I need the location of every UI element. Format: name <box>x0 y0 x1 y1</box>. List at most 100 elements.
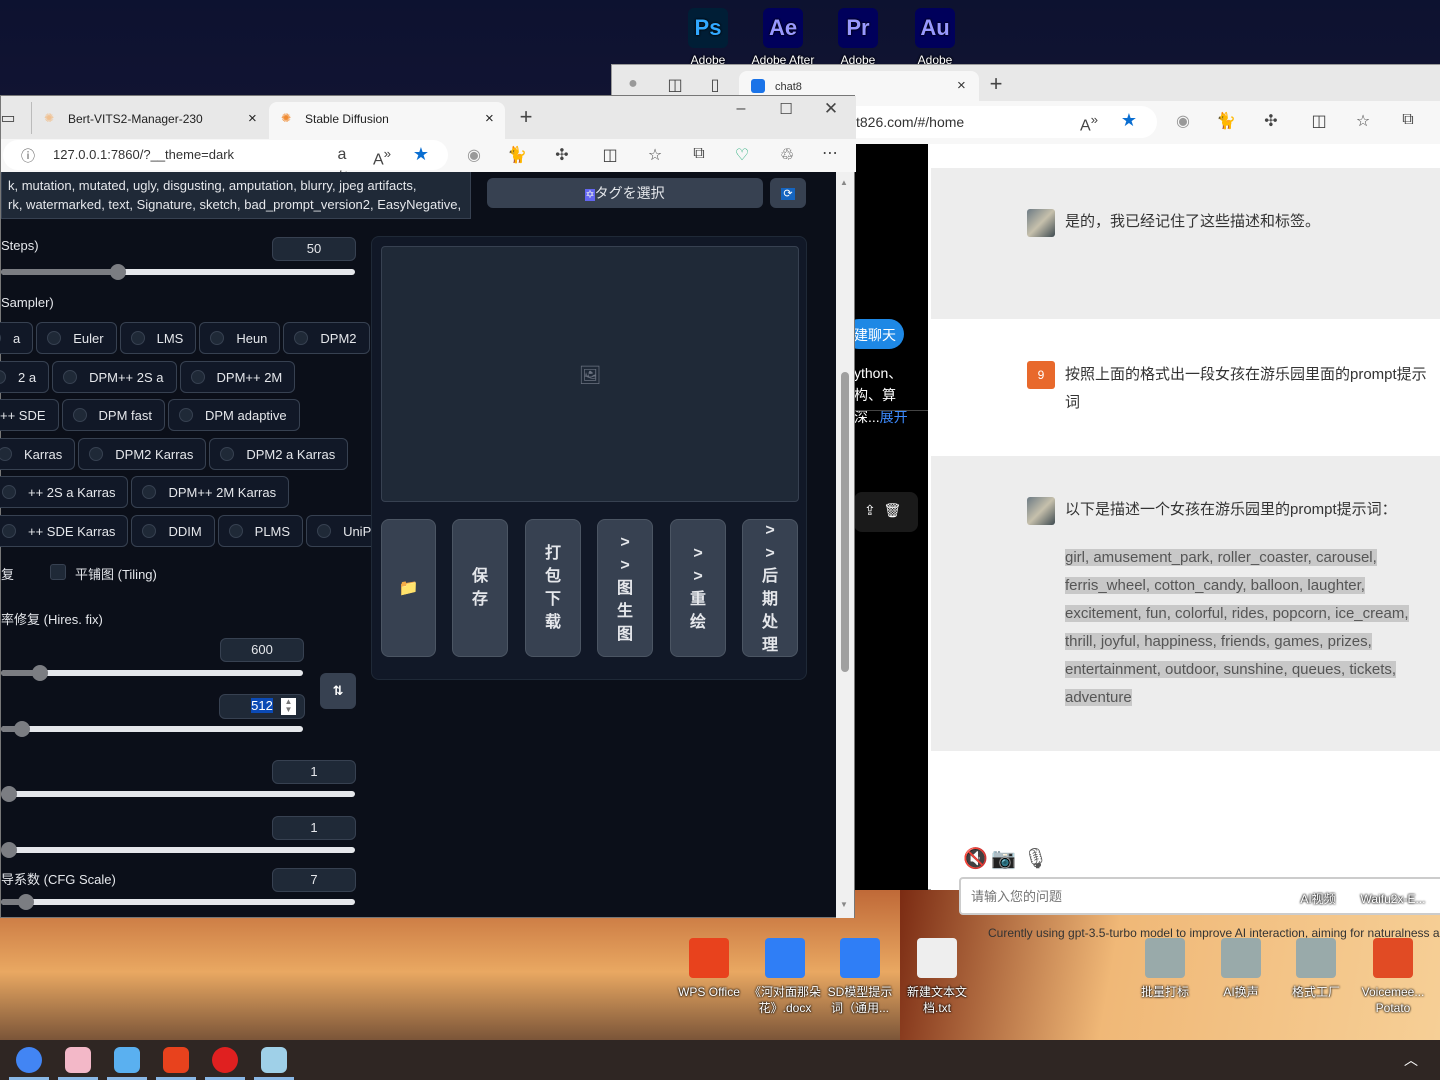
chat-history-item[interactable]: ython、 构、算 深...展开展开 <box>854 362 908 428</box>
sampler-radio[interactable]: PLMS <box>217 515 304 547</box>
send-to-inpaint-button[interactable]: >> 重绘 <box>670 519 726 657</box>
slider-thumb[interactable] <box>32 665 49 681</box>
height-input[interactable]: 512 ▲ ▼ <box>219 694 305 719</box>
width-input[interactable]: 600 <box>220 638 304 662</box>
close-tab-icon[interactable]: × <box>485 110 494 127</box>
slider-thumb[interactable] <box>17 894 34 910</box>
sampler-radio[interactable]: DPM adaptive <box>168 399 300 431</box>
extension-icon[interactable]: ◉ <box>463 145 485 165</box>
scrollbar[interactable]: ▲ ▼ <box>836 172 854 918</box>
site-info-icon[interactable]: ⓘ <box>21 146 35 166</box>
sampler-radio[interactable]: DPM2 a Karras <box>209 438 349 470</box>
cat-extension-icon[interactable]: 🐈 <box>506 145 528 165</box>
radio-circle[interactable] <box>0 331 1 345</box>
url-field[interactable]: ⓘ 127.0.0.1:7860/?__theme=dark aあ A» ★ <box>3 140 448 187</box>
desktop-icon[interactable]: SD模型提示词（通用... <box>822 938 898 1016</box>
swap-dimensions-button[interactable]: ⇅ <box>320 673 356 709</box>
tab-stable-diffusion[interactable]: ✺ Stable Diffusion × <box>269 102 505 139</box>
radio-circle[interactable] <box>220 447 235 461</box>
radio-circle[interactable] <box>142 524 157 538</box>
batch-count-slider[interactable] <box>1 786 355 802</box>
close-tab-icon[interactable]: × <box>248 110 257 127</box>
slider-thumb[interactable] <box>1 842 17 858</box>
tiling-checkbox[interactable] <box>50 564 66 580</box>
radio-circle[interactable] <box>210 331 225 345</box>
height-slider[interactable] <box>1 721 303 737</box>
read-aloud-icon[interactable]: A» <box>371 146 393 169</box>
sampler-radio[interactable]: DPM++ 2S a <box>52 361 177 393</box>
scroll-up-icon[interactable]: ▲ <box>840 178 848 187</box>
favorites-icon[interactable]: ☆ <box>644 145 666 165</box>
batch-size-input[interactable]: 1 <box>272 816 356 840</box>
chrome-icon[interactable] <box>16 1047 42 1073</box>
save-button[interactable]: 保存 <box>452 519 508 657</box>
radio-circle[interactable] <box>2 485 16 499</box>
radio-circle[interactable] <box>89 447 104 461</box>
favorite-star-icon[interactable]: ★ <box>410 144 432 165</box>
slider-thumb[interactable] <box>14 721 31 737</box>
more-menu-icon[interactable]: ⋯ <box>819 143 841 163</box>
favorites-icon[interactable]: ☆ <box>1352 111 1374 131</box>
sampler-radio[interactable]: LMS <box>119 322 197 354</box>
tab-actions-icon[interactable]: ▯ <box>704 75 726 95</box>
radio-circle[interactable] <box>72 408 87 422</box>
radio-circle[interactable] <box>2 524 16 538</box>
sampler-radio[interactable]: DPM fast <box>61 399 165 431</box>
open-folder-button[interactable]: 📁 <box>381 519 436 657</box>
radio-circle[interactable] <box>317 524 332 538</box>
desktop-icon-adobe[interactable]: Pr Adobe <box>820 8 896 68</box>
desktop-icon-adobe[interactable]: Ae Adobe After <box>745 8 821 68</box>
tab-actions-icon[interactable]: ▭ <box>0 108 19 128</box>
sampler-radio[interactable]: DPM++ 2M <box>179 361 296 393</box>
extensions-icon[interactable]: ✣ <box>1260 111 1282 131</box>
sampler-radio[interactable]: DPM2 Karras <box>78 438 207 470</box>
steps-input[interactable]: 50 <box>272 237 356 261</box>
desktop-icon[interactable]: Voicemee... Potato <box>1355 938 1431 1016</box>
scroll-down-icon[interactable]: ▼ <box>840 900 848 909</box>
split-screen-icon[interactable]: ◫ <box>1308 111 1330 131</box>
desktop-icon[interactable]: AI换声 <box>1203 938 1279 1000</box>
maximize-button[interactable]: ☐ <box>775 100 797 118</box>
slider-thumb[interactable] <box>109 264 126 280</box>
show-hidden-icons-chevron[interactable]: ︿ <box>1404 1050 1418 1070</box>
zip-download-button[interactable]: 打包下载 <box>525 519 581 657</box>
sampler-radio[interactable]: DDIM <box>131 515 215 547</box>
scrollbar-thumb[interactable] <box>841 372 849 672</box>
mute-icon[interactable]: 🔇 <box>963 846 988 871</box>
desktop-icon[interactable]: 新建文本文档.txt <box>899 938 975 1016</box>
desktop-icon[interactable]: 格式工厂 <box>1278 938 1354 1000</box>
sampler-radio[interactable]: DPM2 <box>283 322 370 354</box>
desktop-icon[interactable]: 批量打标 <box>1127 938 1203 1000</box>
minimize-button[interactable]: – <box>730 100 752 118</box>
sampler-radio[interactable]: a <box>0 322 34 354</box>
icon-label[interactable]: AI视频 <box>1280 891 1356 907</box>
read-aloud-icon[interactable]: A» <box>1078 112 1100 135</box>
spinner-icon[interactable]: ▲ ▼ <box>281 698 296 715</box>
desktop-icon[interactable]: WPS Office <box>671 938 747 1000</box>
radio-circle[interactable] <box>0 370 6 384</box>
close-window-button[interactable]: ✕ <box>820 99 842 119</box>
radio-circle[interactable] <box>179 408 193 422</box>
copilot-icon[interactable]: ♲ <box>776 145 798 165</box>
radio-circle[interactable] <box>294 331 309 345</box>
favorite-star-icon[interactable]: ★ <box>1118 110 1140 131</box>
cat-extension-icon[interactable]: 🐈 <box>1215 111 1237 131</box>
icon-label[interactable]: Waifu2x-E... <box>1355 891 1431 907</box>
baidu-netdisk-icon[interactable] <box>114 1047 140 1073</box>
new-tab-icon[interactable]: + <box>985 71 1007 97</box>
send-to-img2img-button[interactable]: >> 图生图 <box>597 519 653 657</box>
radio-circle[interactable] <box>47 331 62 345</box>
microphone-icon[interactable]: 🎙 <box>1023 846 1048 871</box>
browser-essentials-icon[interactable]: ♡ <box>731 145 753 165</box>
extension-icon[interactable]: ◉ <box>1172 111 1194 131</box>
radio-circle[interactable] <box>190 370 205 384</box>
anime-app-icon[interactable] <box>65 1047 91 1073</box>
tab-bert-vits2[interactable]: ✺ Bert-VITS2-Manager-230 × <box>31 102 267 134</box>
sampler-radio[interactable]: Karras <box>0 438 76 470</box>
collections-icon[interactable]: ⧉ <box>1397 111 1419 129</box>
width-slider[interactable] <box>1 665 303 681</box>
desktop-icon[interactable]: 《河对面那朵花》.docx <box>747 938 823 1016</box>
cfg-scale-input[interactable]: 7 <box>272 868 356 892</box>
close-tab-icon[interactable]: × <box>957 77 966 94</box>
radio-circle[interactable] <box>63 370 78 384</box>
